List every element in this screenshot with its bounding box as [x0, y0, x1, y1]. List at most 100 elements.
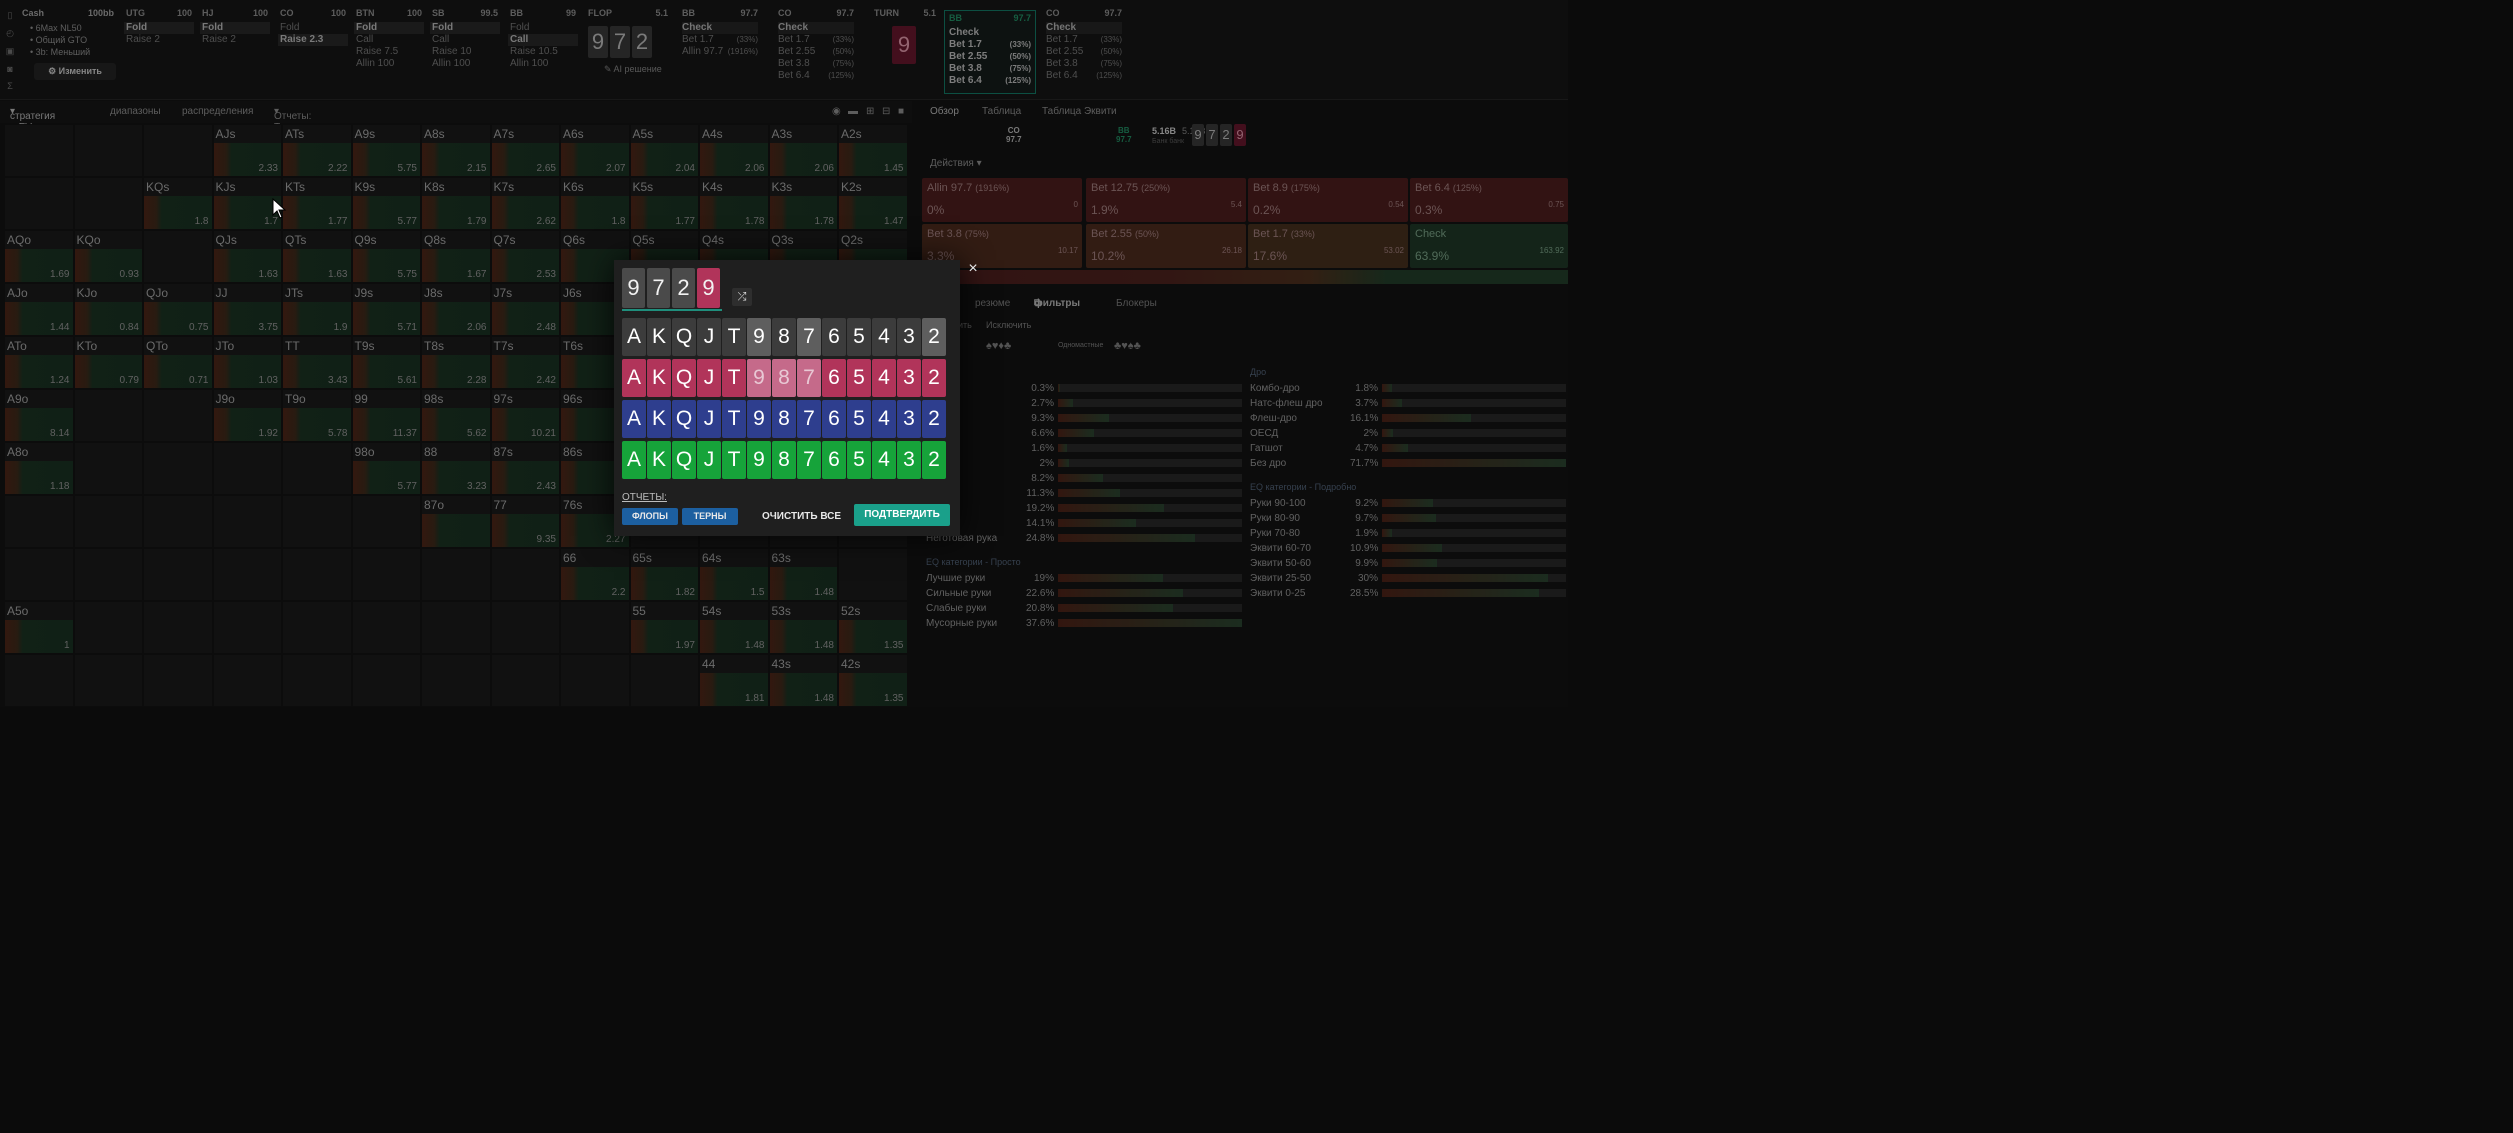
hand-cell[interactable]	[73, 442, 143, 495]
hand-cell[interactable]	[629, 654, 699, 707]
hand-cell[interactable]: JTs 1.9	[282, 283, 352, 336]
action-box[interactable]: Bet 1.7 (33%) 17.6% 53.02	[1248, 224, 1408, 268]
hand-cell[interactable]	[73, 601, 143, 654]
stat-row[interactable]: Слабые руки 20.8%	[926, 601, 1242, 615]
stat-row[interactable]: 0.3%	[926, 381, 1242, 395]
card-key[interactable]: J	[697, 441, 721, 479]
stat-row[interactable]: 6.6%	[926, 426, 1242, 440]
hand-cell[interactable]: 63s 1.48	[768, 548, 838, 601]
hand-cell[interactable]: A7s 2.65	[490, 124, 560, 177]
hand-cell[interactable]	[282, 548, 352, 601]
phone-icon[interactable]: ▯	[8, 10, 13, 21]
hand-cell[interactable]: JTo 1.03	[212, 336, 282, 389]
hand-cell[interactable]	[4, 124, 74, 177]
hand-cell[interactable]: AJs 2.33	[212, 124, 282, 177]
hand-cell[interactable]: 52s 1.35	[838, 601, 908, 654]
selected-card[interactable]: 7	[647, 268, 670, 308]
card-key[interactable]: 5	[847, 441, 871, 479]
hand-cell[interactable]: A8o 1.18	[4, 442, 74, 495]
position-action[interactable]: Fold	[124, 22, 194, 34]
hand-cell[interactable]	[351, 548, 421, 601]
tab-blockers[interactable]: Блокеры	[1116, 298, 1157, 309]
hand-cell[interactable]: A2s 1.45	[838, 124, 908, 177]
apply-filter[interactable]: ить	[958, 320, 972, 330]
card-key[interactable]: 9	[747, 359, 771, 397]
hand-cell[interactable]: A3s 2.06	[768, 124, 838, 177]
card-key[interactable]: 4	[872, 441, 896, 479]
stat-row[interactable]: Руки 80-90 9.7%	[1250, 511, 1566, 525]
action-box[interactable]: Check 63.9% 163.92	[1410, 224, 1568, 268]
close-icon[interactable]: ×	[962, 258, 984, 280]
hand-cell[interactable]	[73, 177, 143, 230]
position-action[interactable]: Allin 100	[354, 58, 424, 70]
stat-row[interactable]: Мусорные руки 37.6%	[926, 616, 1242, 630]
line-action[interactable]: Bet 2.55 (50%)	[1046, 46, 1122, 58]
position-action[interactable]: Raise 10	[430, 46, 500, 58]
grid-large-icon[interactable]: ■	[898, 106, 904, 117]
tab-equity-table[interactable]: Таблица Эквити	[1042, 106, 1117, 117]
stat-row[interactable]: Лучшие руки 19%	[926, 571, 1242, 585]
card-key[interactable]: 3	[897, 318, 921, 356]
hand-cell[interactable]: AQo 1.69	[4, 230, 74, 283]
ai-solution-link[interactable]: ✎ AI решение	[588, 64, 668, 75]
selected-card[interactable]: 9	[697, 268, 720, 308]
card-key[interactable]: 5	[847, 400, 871, 438]
card-key[interactable]: T	[722, 400, 746, 438]
card-key[interactable]: T	[722, 441, 746, 479]
selected-card[interactable]: 2	[672, 268, 695, 308]
hand-cell[interactable]: K8s 1.79	[421, 177, 491, 230]
card-key[interactable]: 5	[847, 318, 871, 356]
hand-cell[interactable]	[73, 124, 143, 177]
card-key[interactable]: 9	[747, 400, 771, 438]
turn-card[interactable]: 9	[892, 26, 916, 64]
position-action[interactable]: Raise 2.3	[278, 34, 348, 46]
hand-cell[interactable]: T9s 5.61	[351, 336, 421, 389]
position-action[interactable]: Fold	[430, 22, 500, 34]
save-icon[interactable]: ▣	[6, 46, 15, 57]
hand-cell[interactable]: QJo 0.75	[143, 283, 213, 336]
hand-cell[interactable]	[282, 654, 352, 707]
line-action[interactable]: Bet 3.8 (75%)	[1046, 58, 1122, 70]
card-key[interactable]: J	[697, 318, 721, 356]
hand-cell[interactable]	[143, 389, 213, 442]
hand-cell[interactable]	[282, 442, 352, 495]
hand-cell[interactable]	[143, 124, 213, 177]
position-action[interactable]: Fold	[354, 22, 424, 34]
card-key[interactable]: 7	[797, 441, 821, 479]
hand-cell[interactable]	[838, 548, 908, 601]
card-key[interactable]: 6	[822, 400, 846, 438]
hand-cell[interactable]: K2s 1.47	[838, 177, 908, 230]
hand-cell[interactable]: J7s 2.48	[490, 283, 560, 336]
clear-all-button[interactable]: ОЧИСТИТЬ ВСЕ	[762, 508, 841, 525]
hand-cell[interactable]	[73, 495, 143, 548]
eye-icon[interactable]: ◉	[832, 106, 841, 117]
hand-cell[interactable]: K9s 5.77	[351, 177, 421, 230]
stat-row[interactable]: ОЕСД 2%	[1250, 426, 1566, 440]
stat-row[interactable]: Натс-флеш дро 3.7%	[1250, 396, 1566, 410]
line-action[interactable]: Check	[682, 22, 758, 34]
line-action[interactable]: Bet 6.4 (125%)	[778, 70, 854, 82]
hand-cell[interactable]: 42s 1.35	[838, 654, 908, 707]
hand-cell[interactable]: KQs 1.8	[143, 177, 213, 230]
card-key[interactable]: A	[622, 400, 646, 438]
hand-cell[interactable]: A8s 2.15	[421, 124, 491, 177]
hand-cell[interactable]: K3s 1.78	[768, 177, 838, 230]
card-key[interactable]: T	[722, 359, 746, 397]
card-key[interactable]: 8	[772, 318, 796, 356]
line-action[interactable]: Check	[949, 27, 1031, 39]
hand-cell[interactable]: 43s 1.48	[768, 654, 838, 707]
position-action[interactable]: Allin 100	[430, 58, 500, 70]
hand-cell[interactable]: A5o 1	[4, 601, 74, 654]
line-action[interactable]: Bet 3.8 (75%)	[778, 58, 854, 70]
position-action[interactable]: Fold	[278, 22, 348, 34]
stat-row[interactable]: Руки 70-80 1.9%	[1250, 526, 1566, 540]
hand-cell[interactable]	[4, 177, 74, 230]
card-key[interactable]: K	[647, 441, 671, 479]
flop-card[interactable]: 7	[610, 26, 630, 58]
stat-row[interactable]: 9.3%	[926, 411, 1242, 425]
hand-cell[interactable]: 66 2.2	[560, 548, 630, 601]
card-key[interactable]: A	[622, 318, 646, 356]
hand-cell[interactable]	[73, 389, 143, 442]
hand-cell[interactable]: 99 11.37	[351, 389, 421, 442]
hand-cell[interactable]: T9o 5.78	[282, 389, 352, 442]
